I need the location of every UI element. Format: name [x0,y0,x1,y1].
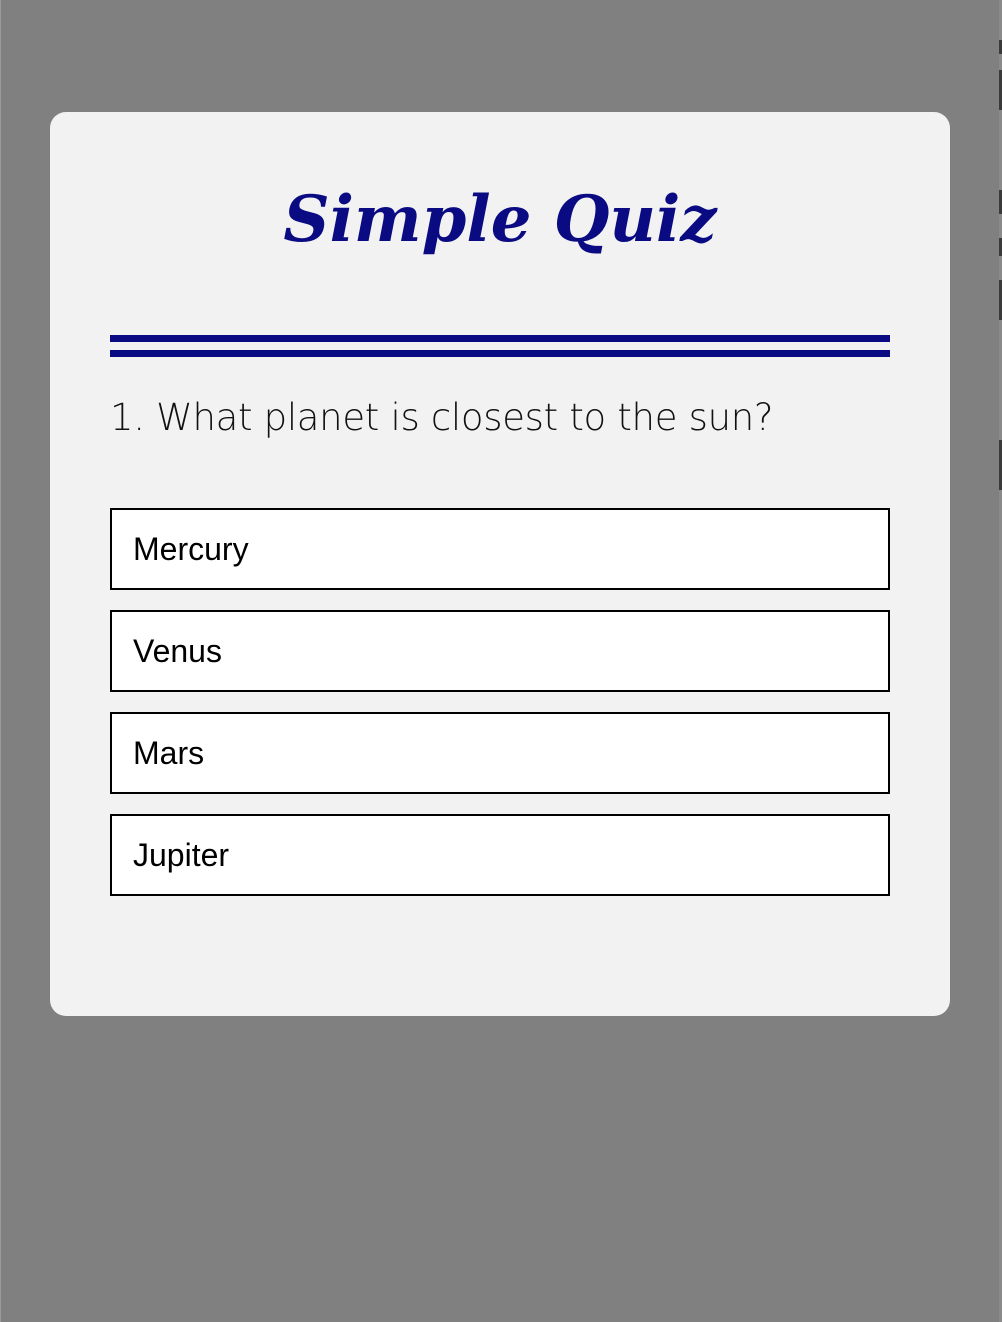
title-divider-top [110,335,890,342]
answer-option-jupiter[interactable]: Jupiter [110,814,890,896]
answer-option-venus[interactable]: Venus [110,610,890,692]
quiz-title: Simple Quiz [283,182,717,257]
answer-option-mars[interactable]: Mars [110,712,890,794]
page-edge [0,0,1,1322]
answer-list: Mercury Venus Mars Jupiter [110,508,890,916]
question-text: 1. What planet is closest to the sun? [110,396,774,439]
title-divider-bottom [110,350,890,357]
quiz-card: Simple Quiz 1. What planet is closest to… [50,112,950,1016]
answer-option-mercury[interactable]: Mercury [110,508,890,590]
